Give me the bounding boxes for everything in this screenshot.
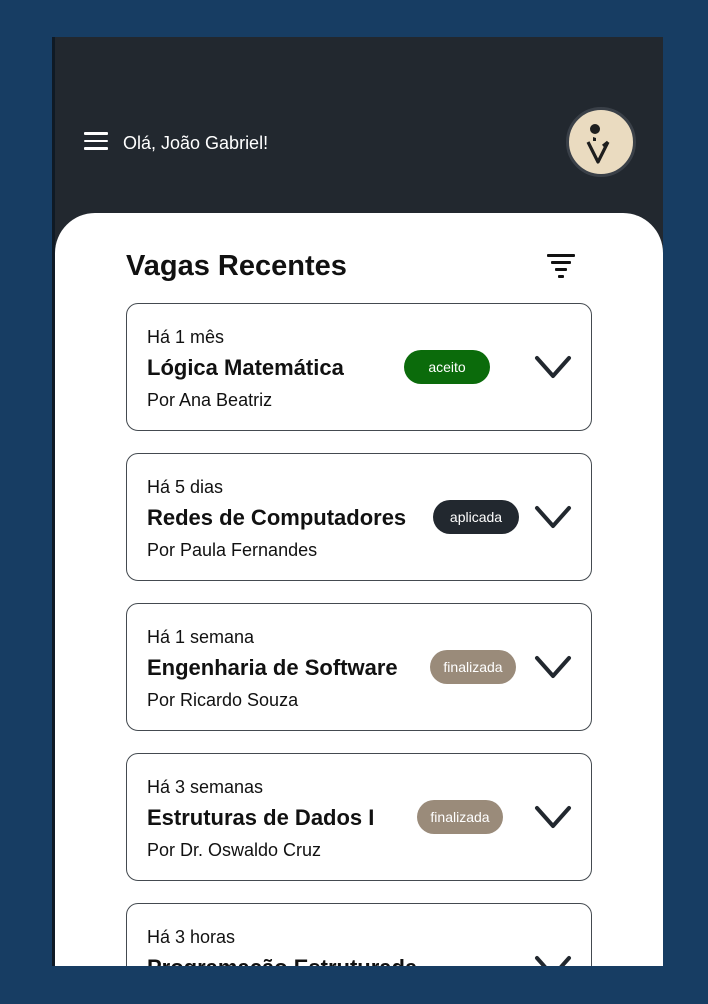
filter-icon[interactable] [547, 253, 575, 279]
frame-edge [52, 37, 55, 966]
avatar[interactable] [566, 107, 636, 177]
app-header: Olá, João Gabriel! [52, 37, 663, 237]
job-title: Estruturas de Dados I [147, 805, 375, 830]
job-card[interactable]: Há 3 semanas Estruturas de Dados I Por D… [126, 753, 592, 881]
status-badge: aplicada [433, 500, 519, 534]
job-author: Por Paula Fernandes [147, 540, 318, 560]
job-title: Programação Estruturada [147, 955, 417, 966]
page-title: Vagas Recentes [126, 250, 347, 282]
chevron-down-icon[interactable] [533, 802, 573, 832]
status-badge: aceito [404, 350, 490, 384]
menu-icon[interactable] [84, 132, 108, 150]
job-time: Há 1 semana [147, 627, 255, 647]
app-frame: Olá, João Gabriel! Vagas Recentes Há 1 m… [52, 37, 663, 966]
chevron-down-icon[interactable] [533, 352, 573, 382]
job-time: Há 1 mês [147, 327, 225, 347]
job-card[interactable]: Há 5 dias Redes de Computadores Por Paul… [126, 453, 592, 581]
job-card[interactable]: Há 1 semana Engenharia de Software Por R… [126, 603, 592, 731]
job-time: Há 3 horas [147, 927, 236, 947]
chevron-down-icon[interactable] [533, 652, 573, 682]
job-card[interactable]: Há 3 horas Programação Estruturada [126, 903, 592, 966]
logo-avatar-icon [586, 124, 610, 164]
job-card[interactable]: Há 1 mês Lógica Matemática Por Ana Beatr… [126, 303, 592, 431]
status-badge: finalizada [430, 650, 516, 684]
main-content: Vagas Recentes Há 1 mês Lógica Matemátic… [55, 213, 663, 966]
job-title: Lógica Matemática [147, 355, 344, 380]
chevron-down-icon[interactable] [533, 952, 573, 966]
greeting-text: Olá, João Gabriel! [123, 133, 269, 153]
chevron-down-icon[interactable] [533, 502, 573, 532]
job-author: Por Ana Beatriz [147, 390, 273, 410]
status-badge: finalizada [417, 800, 503, 834]
job-author: Por Dr. Oswaldo Cruz [147, 840, 322, 860]
job-time: Há 3 semanas [147, 777, 264, 797]
job-title: Engenharia de Software [147, 655, 398, 680]
job-author: Por Ricardo Souza [147, 690, 299, 710]
job-title: Redes de Computadores [147, 505, 407, 530]
job-time: Há 5 dias [147, 477, 224, 497]
